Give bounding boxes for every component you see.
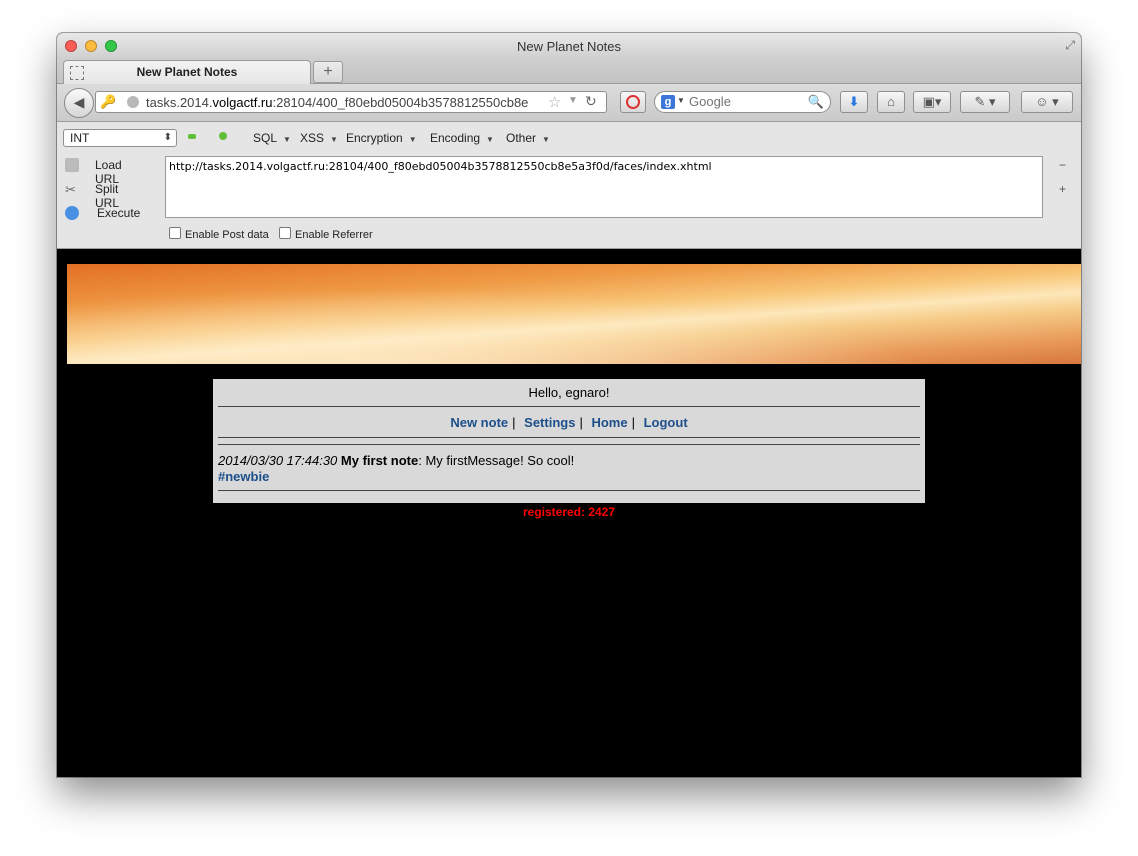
- settings-link[interactable]: Settings: [524, 415, 575, 430]
- menu-encoding[interactable]: Encoding ▼: [430, 131, 494, 145]
- caret-down-icon: ▼: [283, 135, 291, 144]
- download-arrow-icon: ⬇: [848, 94, 860, 109]
- note-date: 2014/03/30 17:44:30: [218, 453, 338, 468]
- key-icon: 🔑: [100, 94, 117, 109]
- header-banner-image: [67, 264, 1081, 364]
- downloads-button[interactable]: ⬇: [840, 91, 868, 113]
- plus-green-icon[interactable]: [219, 132, 227, 140]
- hackbar-panel: INT ⬍ SQL ▼ XSS ▼ Encryption ▼ Encoding ▼ Oth…: [57, 122, 1081, 249]
- url-textarea[interactable]: http://tasks.2014.volgactf.ru:28104/400_…: [165, 156, 1043, 218]
- tools-button[interactable]: ✎ ▾: [960, 91, 1010, 113]
- navigation-toolbar: ◀ 🔑 tasks.2014.volgactf.ru:28104/400_f80…: [57, 84, 1081, 122]
- google-icon[interactable]: g: [661, 95, 675, 109]
- divider: [218, 437, 920, 438]
- history-dropdown-icon[interactable]: ▼: [568, 95, 578, 106]
- type-select[interactable]: INT ⬍: [63, 129, 177, 147]
- back-arrow-icon: ◀: [73, 94, 85, 110]
- url-text[interactable]: tasks.2014.volgactf.ru:28104/400_f80ebd0…: [146, 95, 544, 110]
- menu-xss[interactable]: XSS ▼: [300, 131, 338, 145]
- divider: [218, 490, 920, 491]
- enable-post-checkbox[interactable]: Enable Post data: [169, 227, 269, 241]
- logout-link[interactable]: Logout: [644, 415, 688, 430]
- smiley-icon: ☺ ▾: [1035, 94, 1059, 109]
- bookmark-star-icon[interactable]: ☆: [548, 93, 561, 111]
- caret-down-icon: ▼: [486, 135, 494, 144]
- load-url-icon: [65, 158, 79, 172]
- search-box[interactable]: g ▼ 🔍: [654, 91, 831, 113]
- note-message: My firstMessage! So cool!: [421, 453, 575, 468]
- page-content: Hello, egnaro! New note | Settings | Home |…: [57, 249, 1081, 777]
- search-icon[interactable]: 🔍: [808, 94, 824, 110]
- menu-sql[interactable]: SQL ▼: [253, 131, 291, 145]
- divider: [218, 444, 920, 445]
- browser-window: New Planet Notes ⤢ New Planet Notes + ◀ …: [57, 33, 1081, 777]
- caret-down-icon: ▼: [330, 135, 338, 144]
- greeting: Hello, egnaro!: [528, 385, 610, 400]
- menu-other[interactable]: Other ▼: [506, 131, 550, 145]
- puzzle-icon: ✎ ▾: [974, 94, 996, 109]
- back-button[interactable]: ◀: [64, 88, 94, 118]
- fullscreen-icon[interactable]: ⤢: [1065, 38, 1075, 53]
- new-tab-button[interactable]: +: [313, 61, 343, 83]
- enable-referrer-checkbox[interactable]: Enable Referrer: [279, 227, 373, 241]
- shrink-button[interactable]: −: [1059, 158, 1066, 172]
- new-note-link[interactable]: New note: [450, 415, 508, 430]
- block-icon: [626, 95, 640, 109]
- addon-menu-button[interactable]: ☺ ▾: [1021, 91, 1073, 113]
- noscript-button[interactable]: [620, 91, 646, 113]
- url-bar[interactable]: 🔑 tasks.2014.volgactf.ru:28104/400_f80eb…: [95, 91, 607, 113]
- bookmarks-button[interactable]: ▣▾: [913, 91, 951, 113]
- home-link[interactable]: Home: [591, 415, 627, 430]
- tab-bar: New Planet Notes +: [57, 59, 1081, 84]
- note-title: My first note: [340, 453, 419, 468]
- globe-icon: [127, 96, 139, 108]
- tab-label: New Planet Notes: [136, 65, 238, 79]
- title-bar: New Planet Notes ⤢: [57, 33, 1081, 59]
- nav-links: New note | Settings | Home | Logout: [450, 415, 688, 430]
- registered-count: registered: 2427: [522, 505, 616, 519]
- scissors-icon: ✂: [65, 182, 76, 197]
- divider: [218, 406, 920, 407]
- select-arrows-icon: ⬍: [163, 132, 172, 143]
- expand-button[interactable]: +: [1059, 182, 1066, 196]
- minus-green-icon[interactable]: [188, 134, 196, 139]
- reload-icon[interactable]: ↻: [585, 93, 597, 110]
- caret-down-icon: ▼: [408, 135, 417, 144]
- caret-down-icon: ▼: [542, 135, 550, 144]
- engine-dropdown-icon[interactable]: ▼: [677, 96, 685, 105]
- window-title: New Planet Notes: [516, 39, 622, 54]
- home-button[interactable]: ⌂: [877, 91, 905, 113]
- search-input[interactable]: [689, 94, 807, 109]
- note-tag-link[interactable]: #newbie: [218, 469, 269, 484]
- play-icon: [65, 206, 79, 220]
- home-icon: ⌂: [887, 94, 895, 109]
- bookmarks-icon: ▣▾: [922, 94, 942, 109]
- notes-panel: Hello, egnaro! New note | Settings | Home |…: [213, 379, 925, 503]
- menu-encryption[interactable]: Encryption ▼: [346, 131, 417, 145]
- tab-new-planet-notes[interactable]: New Planet Notes: [63, 60, 311, 84]
- note-entry: 2014/03/30 17:44:30 My first note: My fi…: [218, 453, 575, 468]
